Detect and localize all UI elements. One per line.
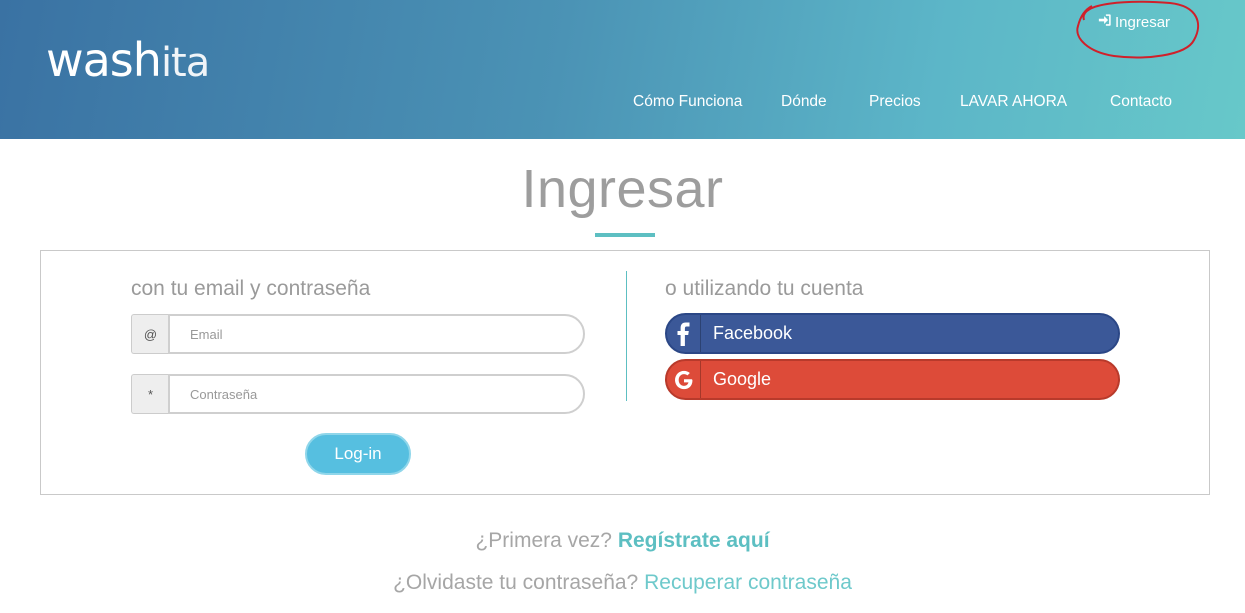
login-button[interactable]: Log-in	[305, 433, 411, 475]
title-underline	[595, 233, 655, 237]
site-header: washita Ingresar Cómo Funciona Dónde Pre…	[0, 0, 1245, 139]
register-link[interactable]: Regístrate aquí	[618, 529, 770, 552]
nav-donde[interactable]: Dónde	[781, 93, 827, 111]
email-login-heading: con tu email y contraseña	[131, 277, 371, 300]
sign-in-icon	[1098, 13, 1112, 31]
first-time-text: ¿Primera vez?	[475, 529, 612, 552]
forgot-password-text: ¿Olvidaste tu contraseña?	[393, 571, 639, 594]
login-panel: con tu email y contraseña @ * Log-in o u…	[40, 250, 1210, 495]
register-line: ¿Primera vez? Regístrate aquí	[0, 529, 1245, 553]
asterisk-icon: *	[131, 374, 169, 414]
nav-como-funciona[interactable]: Cómo Funciona	[633, 93, 742, 111]
header-login-link[interactable]: Ingresar	[1098, 13, 1170, 31]
header-login-label: Ingresar	[1115, 13, 1171, 31]
facebook-login-button[interactable]: Facebook	[665, 313, 1120, 354]
column-divider	[626, 271, 627, 401]
logo-text-main: wash	[46, 33, 162, 87]
main-nav: Cómo Funciona Dónde Precios LAVAR AHORA …	[0, 93, 1245, 113]
nav-precios[interactable]: Precios	[869, 93, 921, 111]
google-label: Google	[713, 369, 772, 389]
nav-lavar-ahora[interactable]: LAVAR AHORA	[960, 93, 1067, 111]
email-input-group: @	[131, 314, 586, 354]
recover-password-link[interactable]: Recuperar contraseña	[644, 571, 852, 594]
social-login-heading: o utilizando tu cuenta	[665, 277, 864, 300]
password-field[interactable]	[168, 374, 585, 414]
page-title: Ingresar	[521, 159, 724, 219]
nav-contacto[interactable]: Contacto	[1110, 93, 1172, 111]
email-field[interactable]	[168, 314, 585, 354]
washita-logo[interactable]: washita	[46, 30, 210, 93]
logo-text-light: ita	[160, 40, 210, 86]
forgot-password-line: ¿Olvidaste tu contraseña? Recuperar cont…	[0, 571, 1245, 595]
google-icon	[667, 361, 701, 398]
at-sign-icon: @	[131, 314, 169, 354]
facebook-icon	[667, 315, 701, 352]
red-annotation-circle	[1076, 0, 1199, 59]
password-input-group: *	[131, 374, 586, 414]
google-login-button[interactable]: Google	[665, 359, 1120, 400]
facebook-label: Facebook	[713, 323, 793, 343]
